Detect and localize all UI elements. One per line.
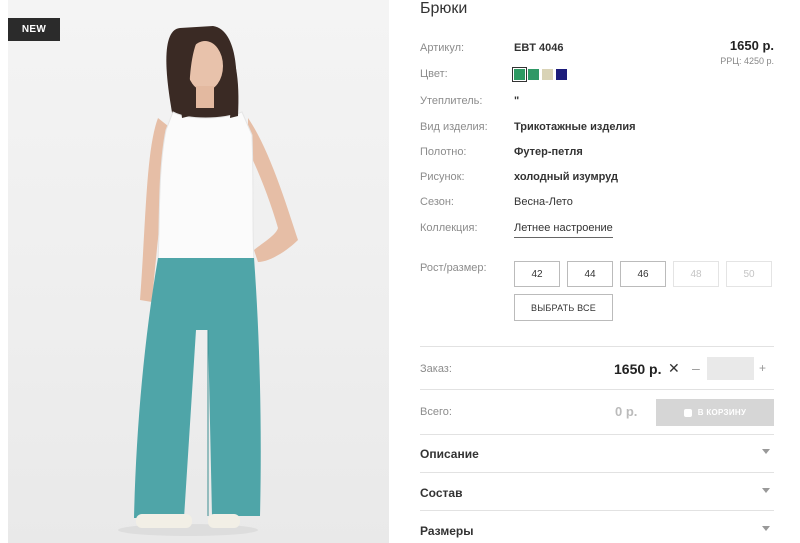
accordion-label: Размеры [420,524,474,538]
color-swatch-icon[interactable] [512,67,527,82]
size-label: Рост/размер: [420,262,487,274]
spec-label: Сезон: [420,196,454,208]
spec-label: Рисунок: [420,171,465,183]
spec-label: Вид изделия: [420,121,488,133]
spec-row-pattern: Рисунок: холодный изумруд [420,171,776,187]
divider [420,510,774,511]
accordion-label: Описание [420,447,479,461]
accordion-label: Состав [420,486,463,500]
spec-row-collection: Коллекция: Летнее настроение [420,222,776,238]
spec-label: Утеплитель: [420,95,483,107]
spec-value: холодный изумруд [514,171,619,183]
accordion-description[interactable]: Описание [420,447,776,465]
add-to-cart-label: В КОРЗИНУ [697,408,747,417]
spec-label: Артикул: [420,42,465,54]
decrease-button[interactable]: – [692,360,700,376]
spec-row-color: Цвет: [420,67,776,84]
product-photo[interactable]: NEW [8,0,389,543]
size-option-disabled: 50 [726,261,772,287]
spec-row-article: Артикул: EBT 4046 [420,42,776,58]
divider [420,434,774,435]
order-price: 1650 р. [614,361,662,377]
size-option[interactable]: 44 [567,261,613,287]
new-badge: NEW [8,18,60,41]
size-option[interactable]: 42 [514,261,560,287]
spec-row-fabric: Полотно: Футер-петля [420,146,776,162]
color-swatches [512,67,567,82]
model-illustration [118,26,298,536]
add-to-cart-button[interactable]: В КОРЗИНУ [656,399,774,426]
divider [420,346,774,347]
total-label: Всего: [420,406,452,418]
color-swatch-icon[interactable] [528,69,539,80]
divider [420,472,774,473]
accordion-composition[interactable]: Состав [420,486,776,504]
spec-value: Весна-Лето [514,196,573,208]
spec-label: Полотно: [420,146,467,158]
order-label: Заказ: [420,363,452,375]
size-option[interactable]: 46 [620,261,666,287]
select-all-button[interactable]: ВЫБРАТЬ ВСЕ [514,294,613,321]
increase-button[interactable]: + [759,361,766,375]
collection-link[interactable]: Летнее настроение [514,222,613,238]
spec-value: " [514,95,520,107]
product-title: Брюки [420,0,468,17]
chevron-down-icon [762,488,770,493]
spec-row-season: Сезон: Весна-Лето [420,196,776,212]
spec-label: Цвет: [420,68,448,80]
color-swatch-icon[interactable] [542,69,553,80]
times-icon: ✕ [668,360,680,376]
spec-value: Футер-петля [514,146,583,158]
spec-value: Трикотажные изделия [514,121,636,133]
spec-row-insulation: Утеплитель: " [420,95,776,111]
divider [420,389,774,390]
total-value: 0 р. [615,404,638,419]
quantity-input[interactable] [707,357,754,380]
size-option-disabled: 48 [673,261,719,287]
chevron-down-icon [762,526,770,531]
size-options: 42 44 46 48 50 [514,261,772,287]
spec-value: EBT 4046 [514,42,564,54]
spec-row-type: Вид изделия: Трикотажные изделия [420,121,776,137]
accordion-sizes[interactable]: Размеры [420,524,776,542]
cart-icon [683,408,692,417]
color-swatch-icon[interactable] [556,69,567,80]
chevron-down-icon [762,449,770,454]
spec-label: Коллекция: [420,222,478,234]
